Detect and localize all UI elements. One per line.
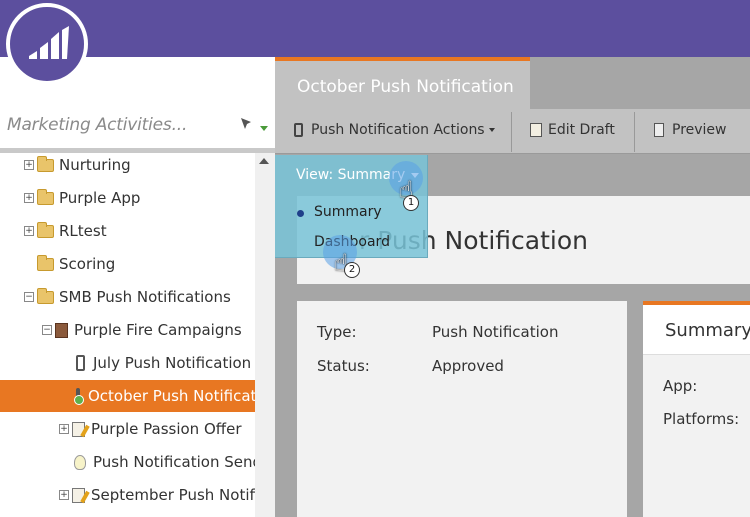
tab-label: October Push Notification	[297, 77, 514, 97]
tree-item-smb-push-notifications[interactable]: − SMB Push Notifications	[24, 281, 231, 313]
toolbar-divider	[511, 112, 512, 152]
tree-item-label: July Push Notification	[93, 354, 252, 372]
menu-item-summary[interactable]: Summary	[314, 204, 382, 220]
toolbar-divider	[634, 112, 635, 152]
tree-item-label: Purple Passion Offer	[91, 420, 242, 438]
tree-item-purple-app[interactable]: + Purple App	[24, 182, 140, 214]
status-value: Approved	[432, 357, 504, 375]
tree-item-september-push-notification[interactable]: + September Push Notifi	[59, 479, 255, 511]
actions-label: Push Notification Actions	[311, 122, 485, 138]
folder-icon	[37, 221, 54, 238]
tree-item-label: Purple App	[59, 189, 141, 207]
edit-draft-icon	[530, 123, 542, 137]
tab-october-push-notification[interactable]: October Push Notification	[275, 57, 530, 109]
top-header-bar	[0, 0, 750, 57]
tree-item-push-notification-send[interactable]: Push Notification Send	[74, 446, 255, 478]
preview-icon	[654, 123, 664, 137]
green-dropdown-arrow-icon	[260, 126, 269, 131]
edit-draft-label: Edit Draft	[548, 122, 615, 138]
tree-item-label: RLtest	[59, 222, 107, 240]
mobile-phone-icon	[76, 355, 85, 371]
type-value: Push Notification	[432, 323, 559, 341]
expand-icon[interactable]: +	[24, 160, 34, 170]
tree-item-nurturing[interactable]: + Nurturing	[24, 153, 131, 181]
preview-label: Preview	[672, 122, 727, 138]
type-label: Type:	[317, 323, 357, 341]
expand-icon[interactable]: +	[24, 193, 34, 203]
bar-chart-logo-icon	[29, 26, 69, 59]
tree-item-purple-passion-offer[interactable]: + Purple Passion Offer	[59, 413, 242, 445]
tree-item-october-push-notification[interactable]: October Push Notificat	[0, 380, 255, 412]
tree-item-july-push-notification[interactable]: July Push Notification	[76, 347, 251, 379]
draft-edit-icon	[72, 487, 85, 503]
tree-item-scoring[interactable]: Scoring	[37, 248, 115, 280]
mobile-phone-icon	[294, 123, 303, 137]
summary-card-title: Summary	[665, 320, 750, 341]
tree-item-label: Purple Fire Campaigns	[74, 321, 242, 339]
expand-icon[interactable]: +	[59, 424, 69, 434]
search-tools[interactable]	[238, 116, 269, 136]
draft-edit-icon	[72, 421, 85, 437]
tree-item-label: SMB Push Notifications	[59, 288, 231, 306]
search-input[interactable]: Marketing Activities...	[7, 115, 187, 135]
pin-icon	[241, 118, 251, 129]
program-icon	[55, 322, 68, 338]
tree-item-label: September Push Notifi	[91, 486, 255, 504]
scroll-up-arrow-icon[interactable]	[259, 158, 269, 164]
step-badge-1: 1	[403, 195, 419, 211]
status-label: Status:	[317, 357, 370, 375]
expand-icon[interactable]: +	[59, 490, 69, 500]
folder-icon	[37, 188, 54, 205]
platforms-label: Platforms:	[663, 410, 740, 428]
collapse-icon[interactable]: −	[42, 325, 52, 335]
app-label: App:	[663, 377, 698, 395]
tree-item-purple-fire-campaigns[interactable]: − Purple Fire Campaigns	[42, 314, 242, 346]
marketing-activities-tree: + Nurturing + Purple App + RLtest Scorin…	[0, 153, 255, 517]
selected-bullet-icon	[297, 210, 304, 217]
tree-item-rltest[interactable]: + RLtest	[24, 215, 107, 247]
expand-icon[interactable]: +	[24, 226, 34, 236]
edit-draft-button[interactable]: Edit Draft	[530, 122, 615, 138]
push-notification-actions-button[interactable]: Push Notification Actions	[294, 122, 495, 138]
chevron-down-icon	[488, 128, 495, 132]
tree-item-label: Push Notification Send	[93, 453, 255, 471]
tree-scrollbar[interactable]	[255, 153, 275, 517]
collapse-icon[interactable]: −	[24, 292, 34, 302]
folder-icon	[37, 254, 54, 271]
lightbulb-icon	[74, 454, 86, 470]
step-badge-2: 2	[344, 262, 360, 278]
open-folder-icon	[37, 287, 54, 304]
marketo-logo[interactable]	[6, 3, 88, 85]
tree-item-label: October Push Notificat	[88, 387, 255, 405]
tree-item-label: Nurturing	[59, 156, 131, 174]
tree-item-label: Scoring	[59, 255, 116, 273]
approved-mobile-phone-icon	[74, 388, 84, 405]
folder-icon	[37, 155, 54, 172]
preview-button[interactable]: Preview	[654, 122, 727, 138]
